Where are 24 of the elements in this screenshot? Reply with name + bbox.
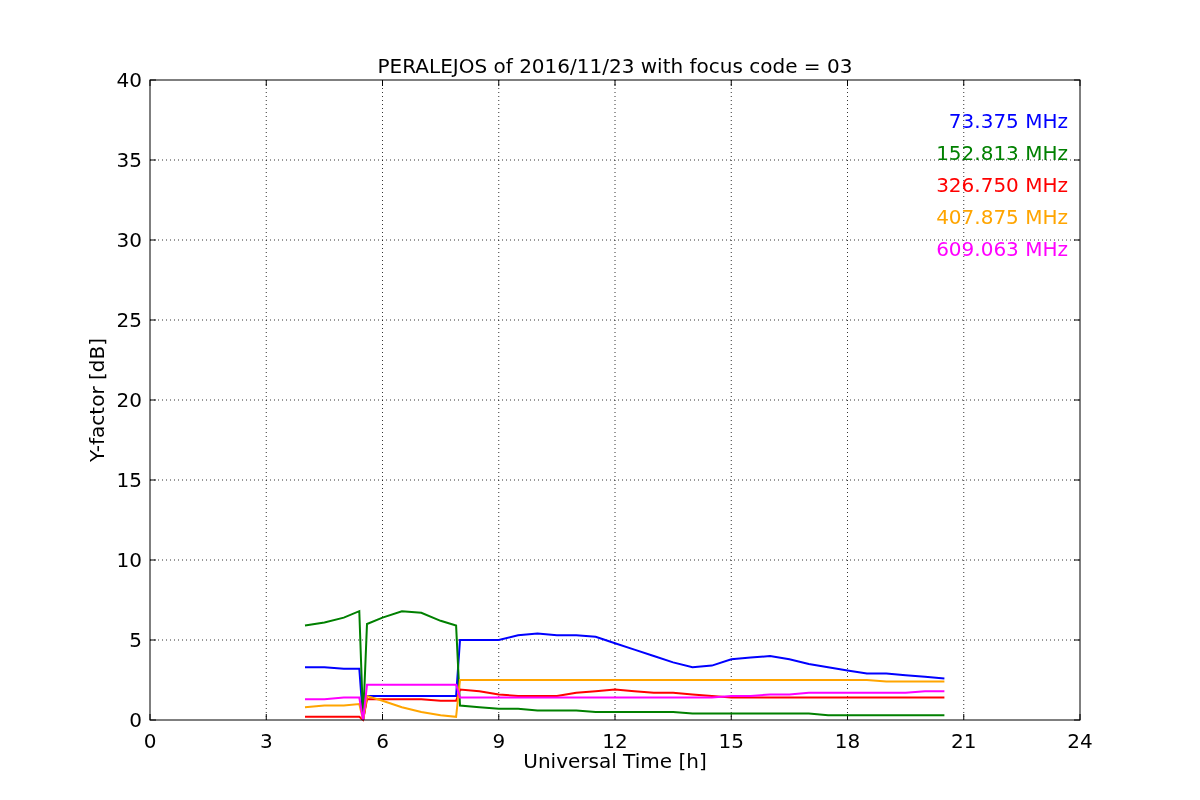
tick-label: 6 (376, 729, 389, 753)
legend-label: 326.750 MHz (936, 173, 1068, 197)
tick-label: 21 (951, 729, 977, 753)
tick-label: 24 (1067, 729, 1093, 753)
tick-label: 18 (834, 729, 861, 753)
tick-label: 30 (116, 228, 142, 252)
legend-label: 407.875 MHz (936, 205, 1068, 229)
chart-title: PERALEJOS of 2016/11/23 with focus code = 03 (377, 54, 853, 78)
tick-label: 9 (492, 729, 506, 753)
tick-label: 5 (129, 628, 142, 652)
tick-label: 15 (116, 468, 142, 492)
tick-label: 25 (116, 308, 142, 332)
tick-label: 3 (259, 729, 273, 753)
legend-label: 609.063 MHz (936, 237, 1068, 261)
tick-label: 35 (116, 148, 142, 172)
tick-label: 10 (116, 548, 142, 572)
legend-label: 73.375 MHz (948, 109, 1068, 133)
tick-label: 20 (116, 388, 142, 412)
tick-label: 15 (718, 729, 744, 753)
tick-label: 0 (129, 708, 142, 732)
legend-label: 152.813 MHz (936, 141, 1068, 165)
tick-label: 40 (116, 68, 142, 92)
y-axis-label: Y-factor [dB] (85, 338, 109, 462)
tick-label: 0 (143, 729, 157, 753)
